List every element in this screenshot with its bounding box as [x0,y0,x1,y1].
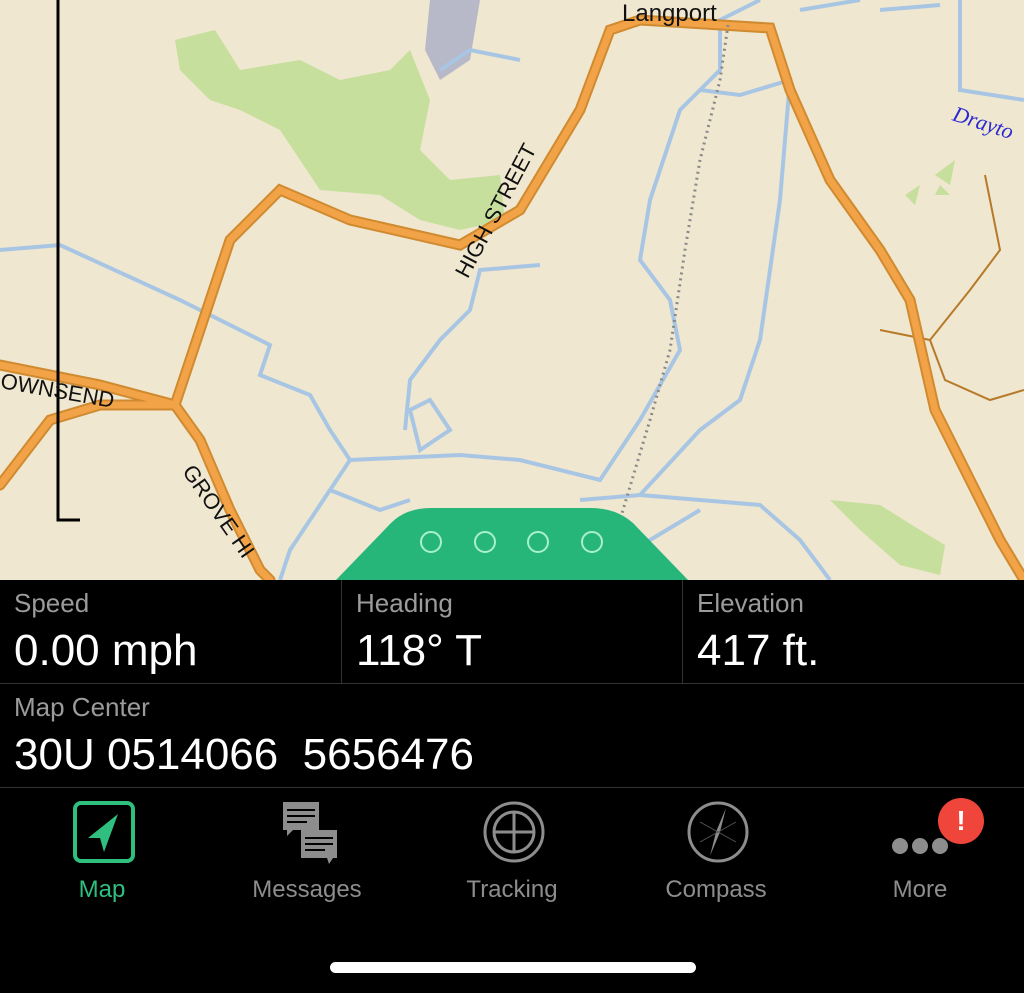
readout-panel: Speed 0.00 mph Heading 118° T Elevation … [0,580,1024,788]
place-label-langport: Langport [622,0,717,27]
page-indicator-1[interactable] [420,531,442,553]
map-center-label: Map Center [14,692,150,722]
tab-label: Map [78,876,126,903]
speed-readout[interactable]: Speed 0.00 mph [0,580,342,684]
more-alert-badge: ! [938,798,984,844]
elevation-readout[interactable]: Elevation 417 ft. [683,580,1024,684]
compass-icon [687,801,749,863]
heading-label: Heading [356,588,453,618]
drawer-handle[interactable] [336,508,688,580]
railway [618,24,730,521]
speed-label: Speed [14,588,90,618]
heading-readout[interactable]: Heading 118° T [342,580,683,684]
roads-outline [0,14,1024,580]
map-canvas [0,0,1024,580]
track-line [56,0,80,522]
home-indicator[interactable] [330,962,696,973]
map-center-value: 30U 0514066 5656476 [14,730,474,779]
tab-label: More [892,876,948,903]
messages-icon [283,802,337,864]
map-view[interactable]: Langport HIGH STREET OWNSEND GROVE HI Dr… [0,0,1024,580]
tab-map[interactable]: Map [0,788,204,918]
map-center-readout[interactable]: Map Center 30U 0514066 5656476 [0,684,1024,788]
speed-value: 0.00 mph [14,626,198,675]
roads [0,20,1024,580]
tab-more[interactable]: More [818,788,1022,918]
tab-tracking[interactable]: Tracking [410,788,614,918]
waterways [0,0,1024,580]
tab-messages[interactable]: Messages [205,788,409,918]
page-indicator-4[interactable] [581,531,603,553]
tab-label: Messages [252,876,362,903]
tab-label: Compass [665,876,767,903]
heading-value: 118° T [356,626,483,675]
elevation-label: Elevation [697,588,804,618]
page-indicator-2[interactable] [474,531,496,553]
crosshair-icon [483,801,545,863]
green-areas [175,30,955,575]
tab-label: Tracking [466,876,558,903]
page-indicator-3[interactable] [527,531,549,553]
navigation-arrow-icon [73,801,135,863]
elevation-value: 417 ft. [697,626,820,675]
tab-compass[interactable]: Compass [614,788,818,918]
